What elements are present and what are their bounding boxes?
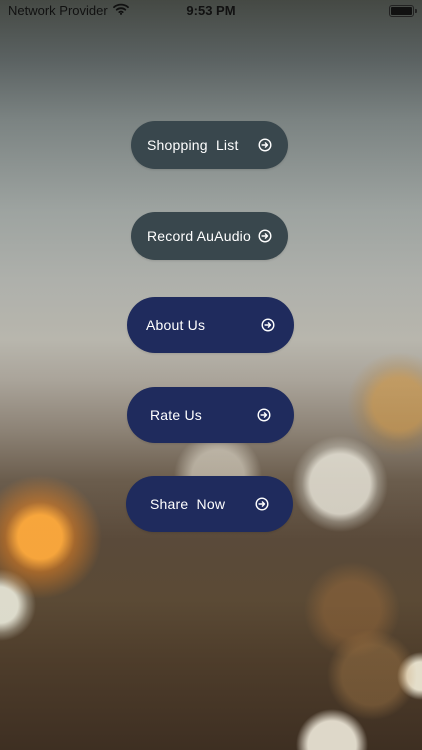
shopping-list-button[interactable]: Shopping List xyxy=(131,121,288,169)
about-us-button[interactable]: About Us xyxy=(127,297,294,353)
rate-us-label: Rate Us xyxy=(150,407,202,423)
background-image xyxy=(0,0,422,750)
status-bar: Network Provider 9:53 PM xyxy=(0,0,422,22)
carrier-group: Network Provider xyxy=(8,3,129,18)
arrow-right-circle-icon xyxy=(258,138,272,152)
status-time: 9:53 PM xyxy=(186,3,236,18)
share-now-label: Share Now xyxy=(150,496,226,512)
battery-icon xyxy=(389,5,417,17)
record-auaudio-button[interactable]: Record AuAudio xyxy=(131,212,288,260)
wifi-icon xyxy=(112,3,129,18)
arrow-right-circle-icon xyxy=(255,497,269,511)
arrow-right-circle-icon xyxy=(258,229,272,243)
carrier-name: Network Provider xyxy=(8,3,108,18)
battery-level xyxy=(391,7,412,15)
rate-us-button[interactable]: Rate Us xyxy=(127,387,294,443)
battery-tip xyxy=(415,9,417,13)
record-auaudio-label: Record AuAudio xyxy=(147,228,251,244)
share-now-button[interactable]: Share Now xyxy=(126,476,293,532)
about-us-label: About Us xyxy=(146,317,206,333)
arrow-right-circle-icon xyxy=(257,408,271,422)
shopping-list-label: Shopping List xyxy=(147,137,239,153)
arrow-right-circle-icon xyxy=(261,318,275,332)
